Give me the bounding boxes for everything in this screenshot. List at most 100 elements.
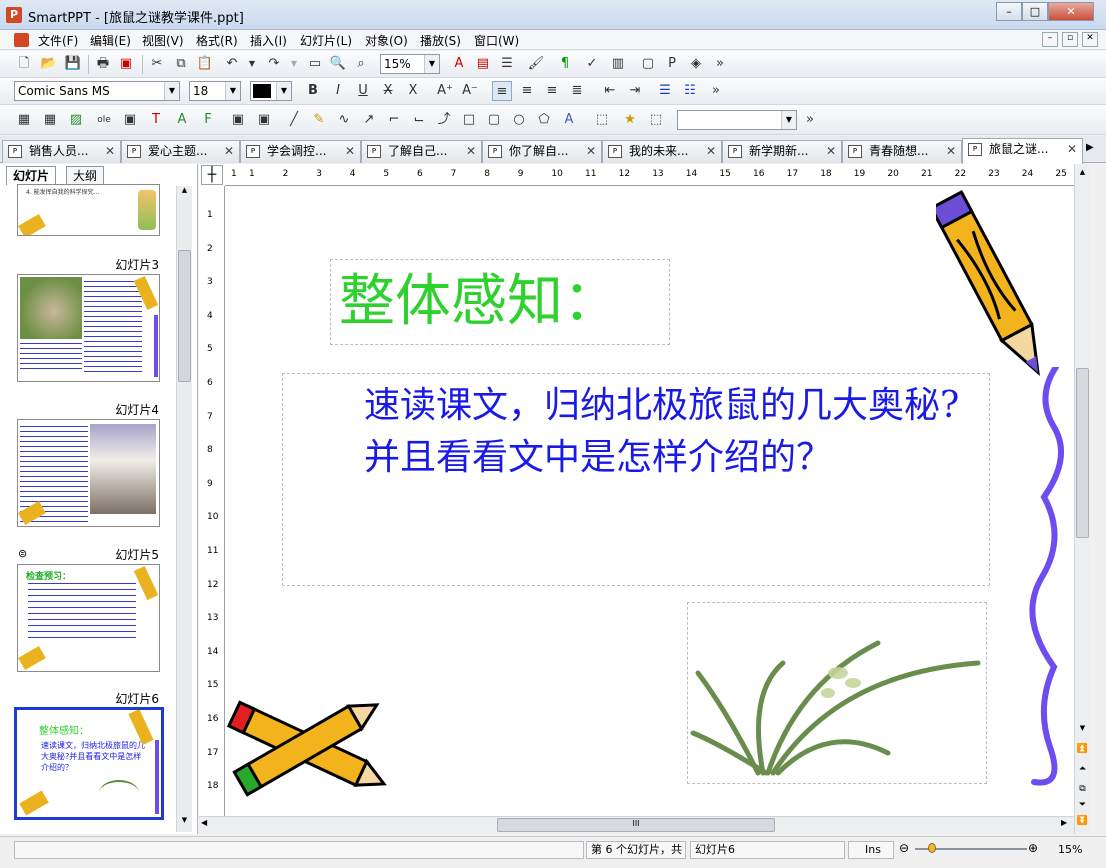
next-slide-icon[interactable]: ⏷ <box>1075 800 1090 816</box>
slide-thumbnail-4[interactable] <box>17 419 160 527</box>
strikethrough-icon[interactable]: X <box>378 81 398 101</box>
paste-icon[interactable]: 📋 <box>195 54 215 74</box>
last-slide-icon[interactable]: ⏬ <box>1075 816 1090 832</box>
menu-slide[interactable]: 幻灯片(L) <box>300 32 352 49</box>
slide-thumbnail-3[interactable] <box>17 274 160 382</box>
tab-doc-7[interactable]: P 新学期新... ✕ <box>722 140 842 163</box>
prev-slide-icon[interactable]: ⏶ <box>1075 764 1090 780</box>
decrease-indent-icon[interactable]: ⇤ <box>600 81 620 101</box>
paragraph-mark-icon[interactable]: ¶ <box>555 54 575 74</box>
insert-list-icon[interactable]: ☰ <box>497 54 517 74</box>
menu-view[interactable]: 视图(V) <box>142 32 184 49</box>
ellipse-icon[interactable]: ○ <box>509 110 529 130</box>
first-slide-icon[interactable]: ⏫ <box>1075 744 1090 760</box>
open-icon[interactable]: 📂 <box>39 54 59 74</box>
toolbar1-more[interactable]: » <box>710 54 730 74</box>
editor-hscroll-thumb[interactable]: III <box>497 818 775 832</box>
font-size-combo[interactable]: 18 ▼ <box>189 81 241 101</box>
scroll-down-icon[interactable]: ▼ <box>177 816 192 830</box>
tab-doc-9[interactable]: P 旅鼠之谜... ✕ <box>962 138 1083 164</box>
scroll-down-icon[interactable]: ▼ <box>1075 724 1090 740</box>
spellcheck-icon[interactable]: ✓ <box>582 54 602 74</box>
slide-layout-icon[interactable]: ▣ <box>228 110 248 130</box>
maximize-button[interactable]: □ <box>1022 2 1048 21</box>
tab-doc-6[interactable]: P 我的未来... ✕ <box>602 140 722 163</box>
tab-doc-2[interactable]: P 爱心主题... ✕ <box>121 140 240 163</box>
zoom-icon[interactable]: 🔍 <box>328 54 348 74</box>
menu-edit[interactable]: 编辑(E) <box>90 32 131 49</box>
color-combo[interactable]: ▼ <box>250 81 292 101</box>
menu-format[interactable]: 格式(R) <box>196 32 238 49</box>
frame-icon[interactable]: ▣ <box>120 110 140 130</box>
line-icon[interactable]: ╱ <box>284 110 304 130</box>
new-icon[interactable]: 🗋 <box>14 54 34 74</box>
menu-file[interactable]: 文件(F) <box>38 32 78 49</box>
tab-outline[interactable]: 大纲 <box>66 166 105 185</box>
chart-icon[interactable]: ▥ <box>608 54 628 74</box>
slide-view-icon[interactable]: ▢ <box>638 54 658 74</box>
cut-icon[interactable]: ✂ <box>147 54 167 74</box>
copy-icon[interactable]: ⧉ <box>171 54 191 74</box>
close-icon[interactable]: ✕ <box>466 141 476 162</box>
font-family-combo[interactable]: Comic Sans MS ▼ <box>14 81 180 101</box>
grow-font-icon[interactable]: A⁺ <box>435 81 455 101</box>
panel-scroll-thumb[interactable] <box>178 250 191 382</box>
scroll-up-icon[interactable]: ▲ <box>1075 164 1090 180</box>
page-icon[interactable]: ▭ <box>305 54 325 74</box>
toolbar3-more[interactable]: » <box>800 110 820 130</box>
slide-thumbnail-5[interactable]: 检查预习： <box>17 564 160 672</box>
curve-icon[interactable]: ∿ <box>334 110 354 130</box>
package-icon[interactable]: ◈ <box>686 54 706 74</box>
elbow-connector-icon[interactable]: ⌙ <box>409 110 429 130</box>
menu-window[interactable]: 窗口(W) <box>474 32 519 49</box>
grid-icon[interactable]: ▦ <box>40 110 60 130</box>
slide-thumbnail-2[interactable]: 4. 能发挥自我的科学探究... <box>17 184 160 236</box>
pdf-icon[interactable]: ▣ <box>116 54 136 74</box>
doc-restore-button[interactable]: ▫ <box>1062 32 1078 47</box>
tab-doc-1[interactable]: P 销售人员... ✕ <box>2 140 121 163</box>
doc-icon[interactable] <box>14 33 29 47</box>
group-icon[interactable]: ⬚ <box>592 110 612 130</box>
underline-icon[interactable]: U <box>353 81 373 101</box>
close-icon[interactable]: ✕ <box>826 141 836 162</box>
editor-vscrollbar[interactable]: ▲ ▼ ⏫ ⏶ ⧉ ⏷ ⏬ <box>1074 164 1090 834</box>
close-button[interactable]: ✕ <box>1048 2 1094 21</box>
redo-icon[interactable]: ↷ <box>264 54 284 74</box>
tab-doc-4[interactable]: P 了解自己... ✕ <box>361 140 482 163</box>
scroll-up-icon[interactable]: ▲ <box>177 186 192 200</box>
symbol-icon[interactable]: F <box>198 110 218 130</box>
clear-format-icon[interactable]: X <box>403 81 423 101</box>
body-placeholder[interactable]: 速读课文，归纳北极旅鼠的几大奥秘?并且看看文中是怎样介绍的？ <box>282 373 990 586</box>
doc-minimize-button[interactable]: – <box>1042 32 1058 47</box>
menu-insert[interactable]: 插入(I) <box>250 32 287 49</box>
rounded-rectangle-icon[interactable]: ▢ <box>484 110 504 130</box>
undo-icon[interactable]: ↶ <box>222 54 242 74</box>
italic-icon[interactable]: I <box>328 81 348 101</box>
ole-icon[interactable]: ole <box>94 110 114 130</box>
close-icon[interactable]: ✕ <box>105 141 115 162</box>
tab-slides[interactable]: 幻灯片 <box>6 166 57 185</box>
pencil-icon[interactable]: ✎ <box>309 110 329 130</box>
title-placeholder[interactable]: 整体感知： <box>330 259 670 345</box>
orchid-image-frame[interactable] <box>687 602 987 784</box>
save-icon[interactable]: 💾 <box>63 54 83 74</box>
shapes-icon[interactable]: ⬠ <box>534 110 554 130</box>
close-icon[interactable]: ✕ <box>1067 139 1077 160</box>
close-icon[interactable]: ✕ <box>706 141 716 162</box>
format-painter-icon[interactable]: 🖌 <box>526 54 546 74</box>
image-frame-icon[interactable]: ▣ <box>254 110 274 130</box>
align-right-icon[interactable]: ≡ <box>542 81 562 101</box>
minimize-button[interactable]: – <box>996 2 1022 21</box>
editor-scroll-thumb[interactable] <box>1076 368 1089 538</box>
menu-play[interactable]: 播放(S) <box>420 32 461 49</box>
align-left-icon[interactable]: ≡ <box>492 81 512 101</box>
rectangle-icon[interactable]: □ <box>459 110 479 130</box>
bullets-icon[interactable]: ☰ <box>655 81 675 101</box>
insert-table-icon[interactable]: ▤ <box>473 54 493 74</box>
text-effect-icon[interactable]: A <box>559 110 579 130</box>
redo-dropdown-icon[interactable]: ▼ <box>284 54 304 74</box>
numbering-icon[interactable]: ☷ <box>680 81 700 101</box>
zoom-slider-thumb[interactable] <box>928 843 936 853</box>
undo-dropdown-icon[interactable]: ▼ <box>242 54 262 74</box>
ruler-corner[interactable]: ┼ <box>201 165 223 185</box>
